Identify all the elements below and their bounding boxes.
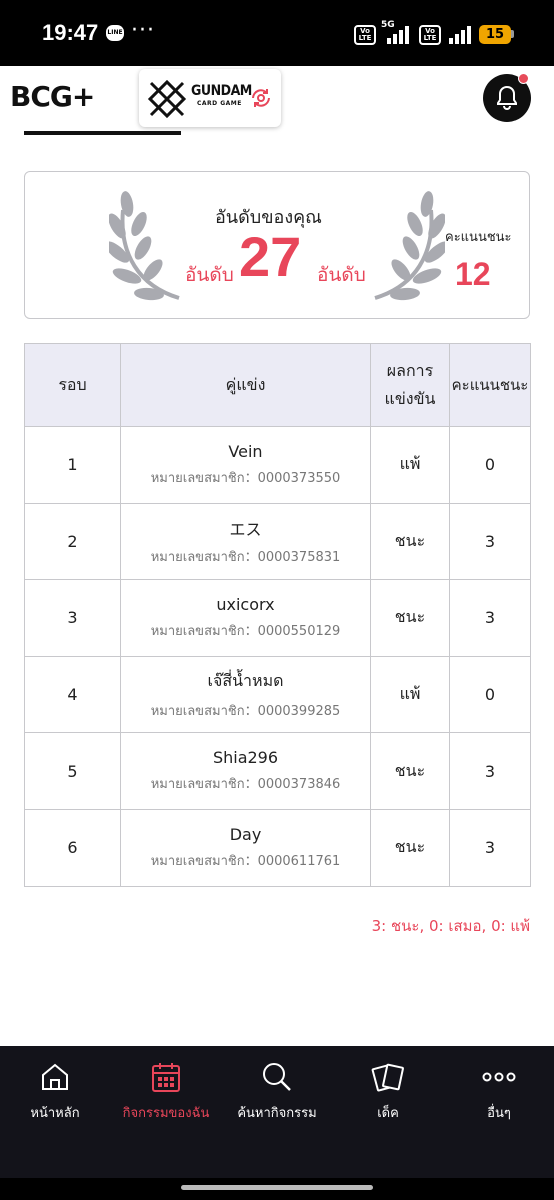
- wins-label: คะแนนชนะ: [445, 230, 512, 245]
- rank-prefix: อันดับ: [185, 264, 234, 286]
- nav-label-home: หน้าหลัก: [30, 1106, 80, 1121]
- header-result-line2: แข่งขัน: [384, 389, 436, 408]
- nav-item-home[interactable]: หน้าหลัก: [0, 1046, 110, 1136]
- calendar-icon: [111, 1060, 221, 1094]
- line-app-icon: LINE: [106, 25, 124, 41]
- row-result: แพ้: [370, 426, 450, 504]
- row-result: ชนะ: [370, 502, 450, 581]
- row-result: ชนะ: [370, 579, 450, 657]
- opponent-member-id: หมายเลขสมาชิก：0000373550: [150, 470, 341, 486]
- battery-icon: 15: [479, 25, 511, 44]
- table-row: 3 uxicorx หมายเลขสมาชิก：0000550129 ชนะ 3: [24, 579, 531, 657]
- opponent-member-id: หมายเลขสมาชิก：0000399285: [150, 703, 341, 719]
- opponent-name: Vein: [228, 441, 263, 461]
- home-indicator[interactable]: [181, 1185, 373, 1190]
- opponent-member-id: หมายเลขสมาชิก：0000373846: [150, 777, 341, 793]
- volte-icon: Vo LTE: [354, 25, 376, 45]
- wins-value: 12: [455, 256, 491, 292]
- opponent-name: เจ๊สี่น้ำหมด: [207, 670, 284, 690]
- table-row: 6 Day หมายเลขสมาชิก：0000611761 ชนะ 3: [24, 808, 531, 887]
- opponent-member-id: หมายเลขสมาชิก：0000611761: [150, 853, 341, 869]
- signal-icon: [385, 24, 409, 44]
- opponent-name: Shia296: [212, 748, 279, 768]
- header-result-line1: ผลการ: [386, 361, 434, 380]
- row-opponent: エス หมายเลขสมาชิก：0000375831: [120, 502, 371, 581]
- row-result: แพ้: [370, 655, 450, 734]
- rank-number: 27: [239, 225, 302, 288]
- table-row: 2 エス หมายเลขสมาชิก：0000375831 ชนะ 3: [24, 502, 531, 581]
- header-opponent: คู่แข่ง: [120, 343, 371, 427]
- nav-label-deck: เด็ค: [377, 1106, 399, 1121]
- row-opponent: Vein หมายเลขสมาชิก：0000373550: [120, 426, 371, 504]
- active-tab-indicator: [24, 131, 181, 135]
- row-opponent: เจ๊สี่น้ำหมดหมายเลขสมาชิก：0000399285: [120, 655, 371, 734]
- opponent-member-id: หมายเลขสมาชิก：0000375831: [150, 549, 341, 565]
- opponent-name: uxicorx: [216, 594, 275, 614]
- cards-icon: [333, 1060, 443, 1094]
- nav-label-more: อื่นๆ: [487, 1106, 511, 1121]
- rank-suffix: อันดับ: [317, 264, 366, 286]
- opponent-name: Day: [229, 824, 262, 844]
- more-notifications-icon: ···: [131, 18, 155, 43]
- nav-label-my-events: กิจกรรมของฉัน: [122, 1106, 210, 1121]
- row-opponent: uxicorx หมายเลขสมาชิก：0000550129: [120, 579, 371, 657]
- switch-game-icon: [252, 89, 270, 107]
- nav-item-my-events[interactable]: กิจกรรมของฉัน: [111, 1046, 221, 1136]
- header-round: รอบ: [24, 343, 121, 427]
- bottom-nav: หน้าหลัก กิจกรรมของฉัน ค้นหากิจกรรม เด็ค…: [0, 1046, 554, 1178]
- row-points: 0: [449, 655, 531, 734]
- row-points: 3: [449, 579, 531, 657]
- score-legend: 3: ชนะ, 0: เสมอ, 0: แพ้: [371, 917, 530, 935]
- opponent-member-id: หมายเลขสมาชิก：0000550129: [150, 623, 341, 639]
- row-opponent: Shia296 หมายเลขสมาชิก：0000373846: [120, 732, 371, 810]
- game-logo-subtitle: CARD GAME: [197, 100, 242, 107]
- row-points: 0: [449, 426, 531, 504]
- search-icon: [222, 1060, 332, 1094]
- table-row: 5 Shia296 หมายเลขสมาชิก：0000373846 ชนะ 3: [24, 732, 531, 810]
- status-bar: 19:47 LINE ··· Vo LTE 5G Vo LTE 15: [0, 0, 554, 66]
- row-round: 2: [24, 502, 121, 581]
- gundam-emblem-icon: [147, 79, 187, 119]
- row-round: 5: [24, 732, 121, 810]
- header-result: ผลการแข่งขัน: [370, 343, 450, 427]
- notification-badge: [518, 73, 529, 84]
- home-icon: [0, 1060, 110, 1094]
- volte-icon-2: Vo LTE: [419, 25, 441, 45]
- more-icon: [444, 1060, 554, 1094]
- bell-icon: [497, 85, 517, 110]
- laurel-right-icon: [374, 191, 445, 301]
- row-points: 3: [449, 732, 531, 810]
- opponent-name: エス: [229, 519, 262, 539]
- status-time: 19:47: [42, 20, 99, 45]
- table-row: 1 Vein หมายเลขสมาชิก：0000373550 แพ้ 0: [24, 426, 531, 504]
- battery-tip: [511, 30, 514, 38]
- table-row: 4 เจ๊สี่น้ำหมดหมายเลขสมาชิก：0000399285 แ…: [24, 655, 531, 734]
- row-result: ชนะ: [370, 732, 450, 810]
- nav-item-more[interactable]: อื่นๆ: [444, 1046, 554, 1136]
- bcg-logo[interactable]: BCG+: [10, 80, 95, 113]
- row-points: 3: [449, 502, 531, 581]
- app-header: BCG+ GUNDAM CARD GAME: [0, 66, 554, 130]
- row-points: 3: [449, 808, 531, 887]
- game-logo-title: GUNDAM: [191, 83, 252, 99]
- row-round: 6: [24, 808, 121, 887]
- row-round: 4: [24, 655, 121, 734]
- row-round: 1: [24, 426, 121, 504]
- signal-icon-2: [447, 24, 471, 44]
- game-selector[interactable]: GUNDAM CARD GAME: [139, 69, 281, 127]
- laurel-left-icon: [109, 191, 180, 301]
- header-points: คะแนนชนะ: [449, 343, 531, 427]
- row-result: ชนะ: [370, 808, 450, 887]
- row-opponent: Day หมายเลขสมาชิก：0000611761: [120, 808, 371, 887]
- results-table: รอบ คู่แข่ง ผลการแข่งขัน คะแนนชนะ 1 Vein…: [24, 343, 531, 887]
- table-header-row: รอบ คู่แข่ง ผลการแข่งขัน คะแนนชนะ: [24, 343, 531, 427]
- nav-item-deck[interactable]: เด็ค: [333, 1046, 443, 1136]
- rank-card: อันดับของคุณ อันดับ 27 อันดับ คะแนนชนะ 1…: [24, 171, 530, 319]
- nav-item-search-events[interactable]: ค้นหากิจกรรม: [222, 1046, 332, 1136]
- row-round: 3: [24, 579, 121, 657]
- nav-label-search-events: ค้นหากิจกรรม: [237, 1106, 317, 1121]
